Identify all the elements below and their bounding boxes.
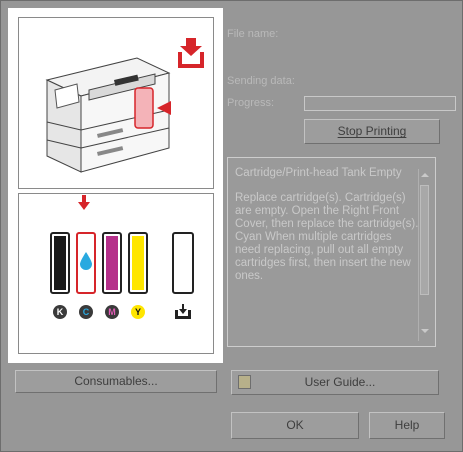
cyan-cartridge-label: C [79,305,93,319]
file-name-label: File name: [227,28,279,40]
user-guide-label: User Guide... [304,375,376,389]
status-title: Cartridge/Print-head Tank Empty [235,167,402,179]
yellow-cartridge-label: Y [131,305,145,319]
progress-label: Progress: [227,97,275,109]
sending-data-label: Sending data: [227,75,295,87]
black-cartridge [50,232,70,294]
book-icon [238,375,251,389]
ok-button[interactable]: OK [231,412,359,439]
consumables-button[interactable]: Consumables... [15,370,217,393]
status-body: Replace cartridge(s). Cartridge(s) are e… [235,192,419,282]
user-guide-button[interactable]: User Guide... [231,370,439,395]
down-arrow-icon [78,195,90,210]
scroll-up-icon[interactable] [421,173,429,177]
ok-label: OK [286,418,304,432]
stop-printing-button[interactable]: Stop Printing [304,119,440,144]
consumables-label: Consumables... [74,374,158,388]
scroll-down-icon[interactable] [421,329,429,333]
black-ink-level [54,236,66,290]
scroll-thumb[interactable] [420,185,429,295]
cartridge-alert-icon [178,38,204,68]
yellow-cartridge [128,232,148,294]
magenta-cartridge [102,232,122,294]
magenta-cartridge-label: M [105,305,119,319]
status-message-text: Cartridge/Print-head Tank Empty Replace … [235,167,420,283]
progress-bar [304,96,456,111]
printer-image-frame [18,17,214,189]
maintenance-tank [172,232,194,294]
yellow-ink-level [132,236,144,290]
black-cartridge-label: K [53,305,67,319]
stop-printing-label: Stop Printing [337,124,407,138]
help-label: Help [394,418,420,432]
help-button[interactable]: Help [369,412,445,439]
magenta-ink-level [106,236,118,290]
status-scrollbar[interactable] [418,169,431,341]
tank-icon [175,304,191,319]
ink-drop-icon [80,252,92,270]
cyan-cartridge [76,232,96,294]
